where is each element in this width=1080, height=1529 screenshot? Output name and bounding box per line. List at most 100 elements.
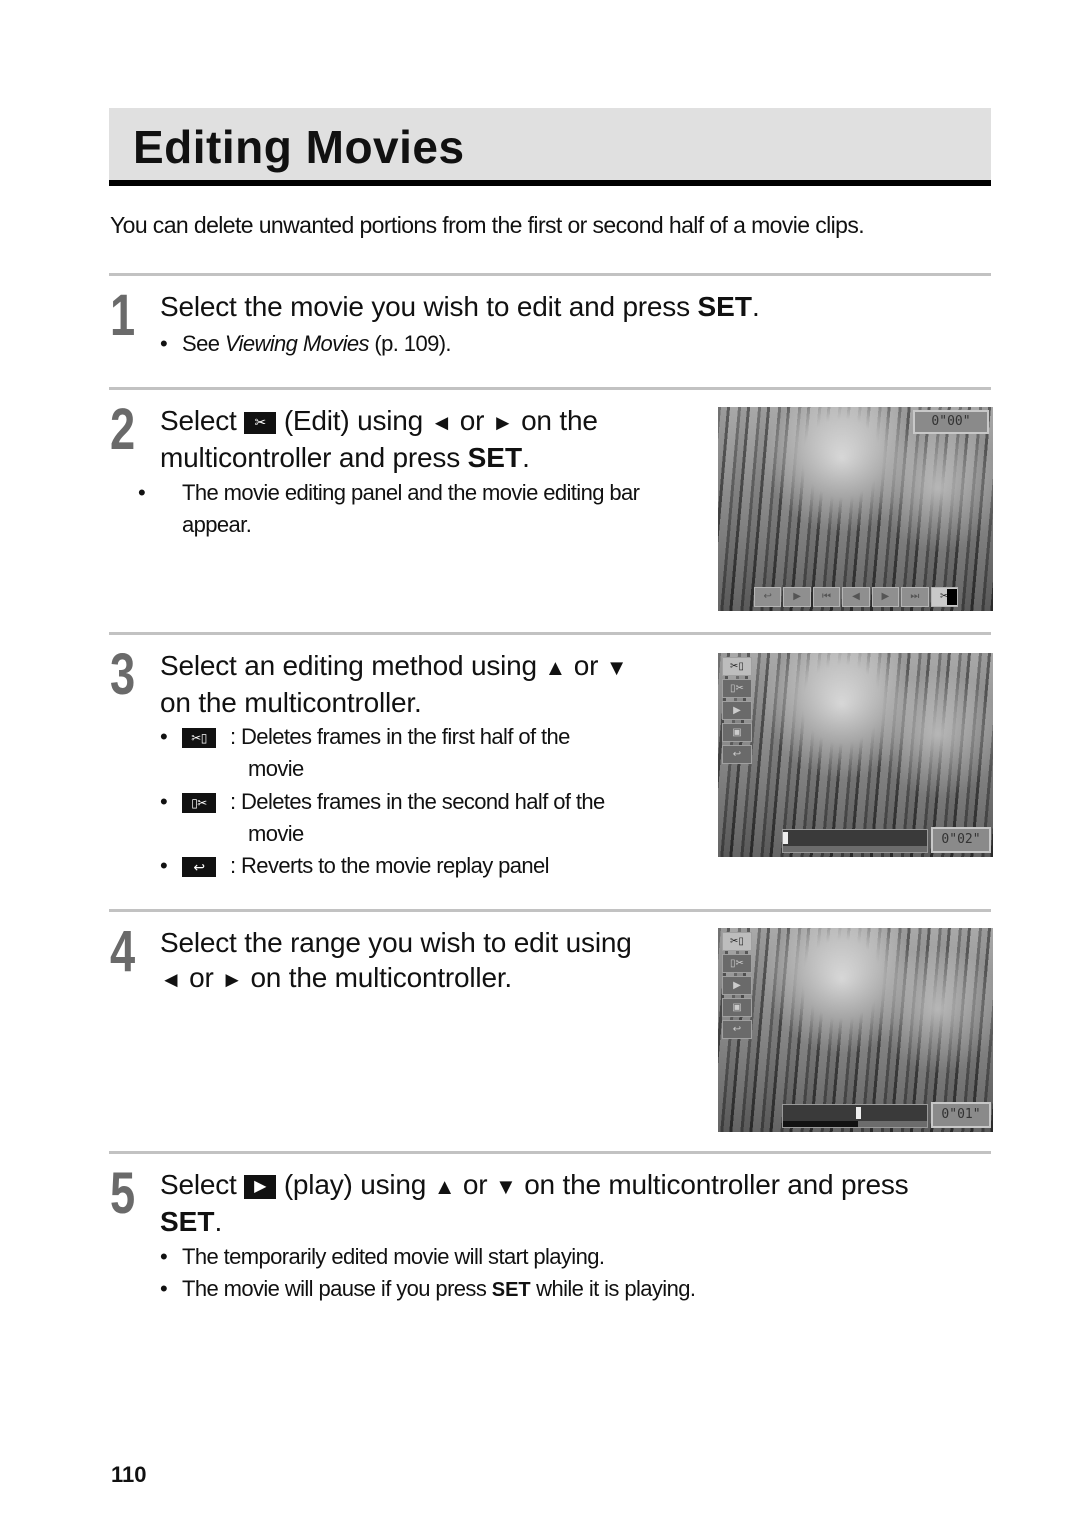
edit-range (783, 846, 927, 852)
previous-frame-icon: ◀ (842, 587, 870, 607)
heading-text: . (751, 291, 760, 322)
cross-reference-link[interactable]: Viewing Movies (225, 331, 370, 356)
bullet-text: : Reverts to the movie replay panel (230, 853, 550, 878)
heading-text: . (214, 1206, 223, 1237)
cut-first-half-icon: ✂▯ (182, 728, 216, 749)
bullet-text: : Deletes frames in the second half of t… (230, 789, 605, 814)
heading-text: multicontroller and press (160, 442, 468, 473)
bullet-icon: • (160, 853, 168, 878)
movie-editing-bar (782, 829, 928, 853)
back-icon: ↩ (754, 587, 782, 607)
step-5-heading: Select ▶ (play) using ▲ or ▼ on the mult… (160, 1167, 990, 1239)
heading-text: or (189, 962, 214, 993)
set-button-label: SET (697, 291, 752, 322)
cut-first-half-icon: ✂▯ (722, 932, 752, 951)
down-arrow-icon: ▼ (605, 655, 628, 680)
movie-control-bar: ↩ ▶ ⏮ ◀ ▶ ⏭ ✂ (754, 587, 958, 607)
divider (109, 632, 991, 635)
heading-text: Select the range you wish to edit using (160, 927, 632, 958)
left-arrow-icon: ◄ (430, 410, 453, 435)
play-icon: ▶ (722, 701, 752, 720)
bullet-icon: • (138, 480, 146, 505)
bullet-icon: • (160, 1276, 168, 1301)
time-counter: 0"02" (931, 827, 991, 853)
heading-text: on the multicontroller and press (524, 1169, 909, 1200)
heading-text: (play) using (283, 1169, 427, 1200)
page-title: Editing Movies (133, 121, 465, 173)
divider (109, 387, 991, 390)
heading-text: (Edit) using (283, 405, 424, 436)
heading-text: Select an editing method using (160, 650, 537, 681)
divider (109, 1151, 991, 1154)
step-number: 1 (110, 283, 136, 348)
cut-second-half-icon: ▯✂ (722, 954, 752, 973)
step-2-bullet: • The movie editing panel and the movie e… (138, 477, 702, 541)
volume-indicator (947, 589, 957, 605)
title-bar: Editing Movies (109, 108, 991, 186)
bullet-icon: • (160, 789, 168, 814)
heading-text: or (573, 650, 599, 681)
last-frame-icon: ⏭ (901, 587, 929, 607)
cut-first-half-icon: ✂▯ (722, 657, 752, 676)
heading-text: or (459, 405, 485, 436)
set-button-label: SET (160, 1206, 215, 1237)
right-arrow-icon: ► (491, 410, 514, 435)
bullet-text: : Deletes frames in the first half of th… (230, 724, 570, 749)
bullet-icon: • (160, 1244, 168, 1269)
right-arrow-icon: ► (221, 967, 243, 992)
cut-second-half-icon: ▯✂ (182, 793, 216, 814)
revert-icon: ↩ (722, 1020, 752, 1039)
heading-text: on the multicontroller. (160, 687, 422, 718)
range-marker (856, 1107, 862, 1119)
first-frame-icon: ⏮ (812, 587, 841, 607)
bullet-icon: • (160, 724, 168, 749)
step-1-heading: Select the movie you wish to edit and pr… (160, 289, 760, 324)
heading-text: or (462, 1169, 488, 1200)
cut-second-half-icon: ▯✂ (722, 679, 752, 698)
revert-icon: ↩ (722, 745, 752, 764)
kept-range (857, 1121, 927, 1127)
range-marker (783, 832, 788, 844)
camera-screen-step-3: ✂▯ ▯✂ ▶ ▣ ↩ 0"02" (718, 653, 993, 857)
time-counter: 0"01" (931, 1102, 991, 1128)
bullet-text: The temporarily edited movie will start … (182, 1244, 605, 1269)
step-2-heading: Select ✂ (Edit) using ◄ or ► on the mult… (160, 403, 700, 475)
camera-screen-step-2: 0"00" ↩ ▶ ⏮ ◀ ▶ ⏭ ✂ (718, 407, 993, 611)
bullet-text: movie (248, 756, 304, 781)
heading-text: on the multicontroller. (250, 962, 512, 993)
heading-text: Select the movie you wish to edit and pr… (160, 291, 698, 322)
save-icon: ▣ (722, 723, 752, 742)
down-arrow-icon: ▼ (495, 1174, 517, 1199)
step-3-bullet-cut-second: • ▯✂ : Deletes frames in the second half o… (160, 786, 700, 850)
save-icon: ▣ (722, 998, 752, 1017)
set-button-label: SET (491, 1279, 531, 1301)
step-3-heading: Select an editing method using ▲ or ▼ on… (160, 648, 700, 720)
edit-side-panel: ✂▯ ▯✂ ▶ ▣ ↩ (722, 657, 752, 764)
up-arrow-icon: ▲ (433, 1174, 456, 1199)
left-arrow-icon: ◄ (160, 967, 182, 992)
step-number: 5 (110, 1161, 136, 1226)
edit-side-panel: ✂▯ ▯✂ ▶ ▣ ↩ (722, 932, 752, 1039)
intro-text: You can delete unwanted portions from th… (110, 212, 865, 238)
movie-editing-bar (782, 1104, 928, 1128)
bullet-text: movie (248, 821, 304, 846)
time-counter: 0"00" (913, 410, 989, 434)
next-frame-icon: ▶ (871, 587, 900, 607)
play-icon: ▶ (244, 1174, 277, 1199)
bullet-text: See (182, 331, 225, 356)
set-button-label: SET (467, 442, 523, 473)
heading-text: Select (160, 405, 237, 436)
play-icon: ▶ (722, 976, 752, 995)
bullet-text: (p. 109). (368, 331, 451, 356)
step-5-bullet-2: • The movie will pause if you press SET w… (160, 1273, 696, 1306)
play-icon: ▶ (783, 587, 811, 607)
camera-screen-step-4: ✂▯ ▯✂ ▶ ▣ ↩ 0"01" (718, 928, 993, 1132)
heading-text: Select (160, 1169, 237, 1200)
bullet-text: while it is playing. (530, 1276, 696, 1301)
heading-text: on the (521, 405, 598, 436)
page-number: 110 (111, 1462, 147, 1487)
deleted-range (783, 1121, 858, 1127)
step-number: 4 (110, 919, 136, 984)
divider (109, 909, 991, 912)
up-arrow-icon: ▲ (544, 655, 567, 680)
